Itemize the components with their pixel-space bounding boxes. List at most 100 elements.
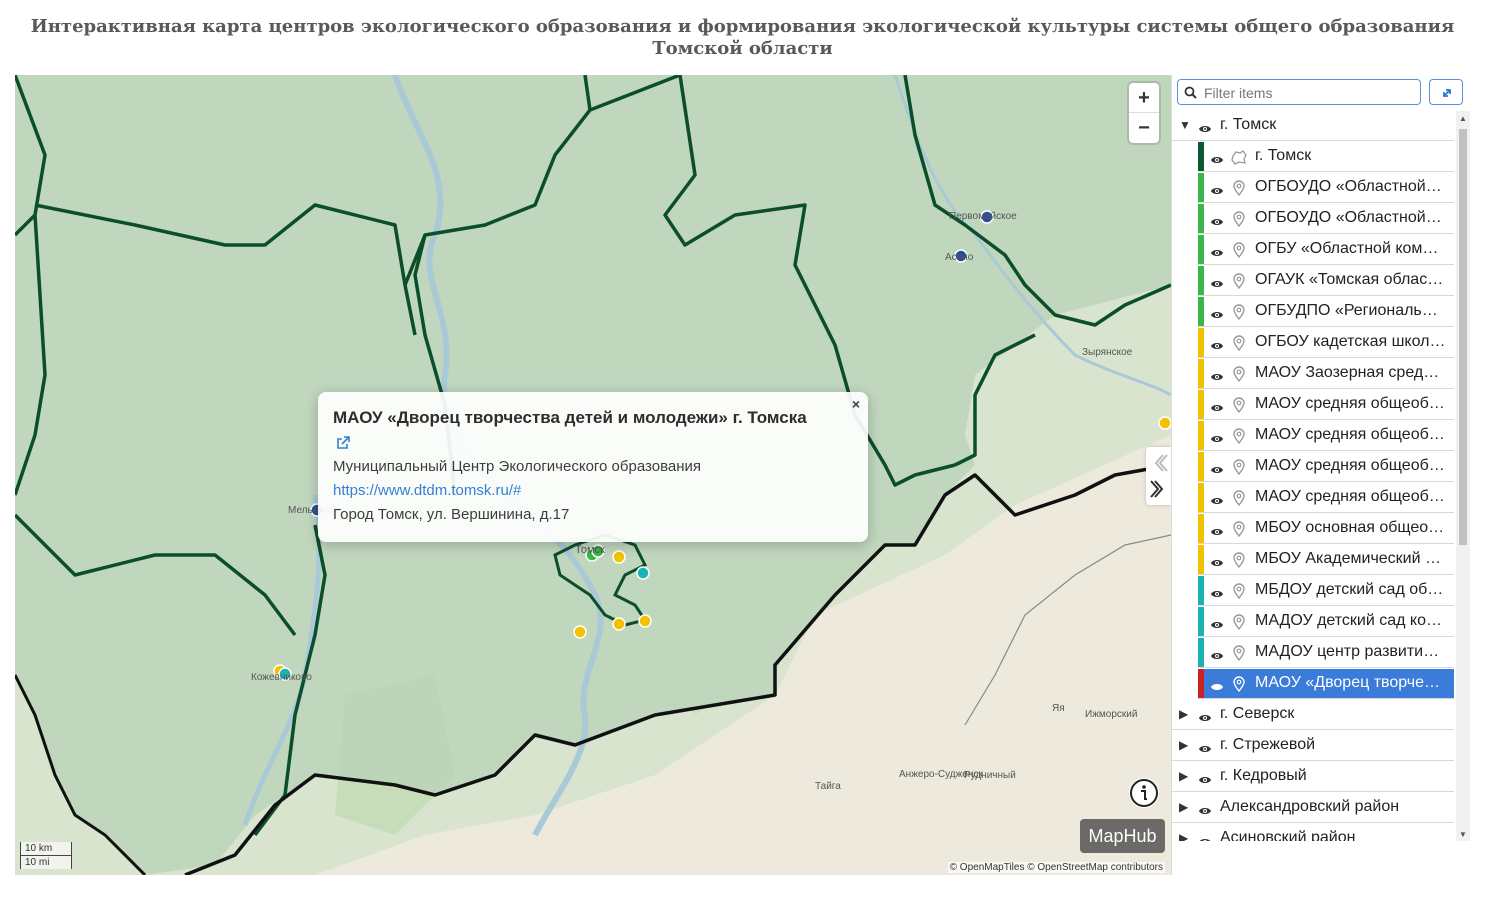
layer-group-row[interactable]: ▶ Александровский район <box>1172 793 1454 823</box>
caret-right-icon[interactable]: ▶ <box>1179 769 1188 783</box>
layer-item-label: г. Томск <box>1255 147 1312 164</box>
layer-item[interactable]: ОГАУК «Томская облас… <box>1198 266 1454 296</box>
layer-item[interactable]: ОГБУДПО «Региональ… <box>1198 297 1454 327</box>
layer-color-swatch <box>1198 359 1204 388</box>
layer-color-swatch <box>1198 669 1204 698</box>
attribution[interactable]: © OpenMapTiles © OpenStreetMap contribut… <box>947 862 1165 873</box>
caret-down-icon[interactable]: ▼ <box>1179 118 1191 132</box>
eye-icon[interactable] <box>1210 431 1224 449</box>
eye-icon[interactable] <box>1210 555 1224 573</box>
map-pin-icon <box>1232 211 1246 232</box>
sidebar-toggle[interactable] <box>1146 447 1171 505</box>
layer-item[interactable]: г. Томск <box>1198 142 1454 172</box>
caret-right-icon[interactable]: ▶ <box>1179 831 1188 841</box>
layer-item-selected[interactable]: МАОУ «Дворец творче… <box>1198 669 1454 699</box>
map-pin-icon <box>1232 521 1246 542</box>
layer-item[interactable]: ОГБОУДО «Областной… <box>1198 204 1454 234</box>
eye-icon[interactable] <box>1210 276 1224 294</box>
eye-icon[interactable] <box>1210 183 1224 201</box>
chevron-left-icon[interactable] <box>1154 454 1168 472</box>
layer-item[interactable]: ОГБУ «Областной ком… <box>1198 235 1454 265</box>
layer-item[interactable]: МАОУ средняя общеоб… <box>1198 452 1454 482</box>
layer-item[interactable]: ОГБОУ кадетская школ… <box>1198 328 1454 358</box>
layer-item[interactable]: МБОУ основная общео… <box>1198 514 1454 544</box>
layer-item[interactable]: МАОУ средняя общеоб… <box>1198 390 1454 420</box>
layer-color-swatch <box>1198 545 1204 574</box>
eye-icon[interactable] <box>1198 834 1212 841</box>
info-icon[interactable] <box>1129 778 1159 808</box>
layer-group-row[interactable]: ▶ Асиновский район <box>1172 824 1454 841</box>
expand-button[interactable] <box>1429 79 1463 105</box>
eye-icon[interactable] <box>1198 803 1212 821</box>
marker-tomsk-6[interactable] <box>612 617 626 631</box>
layer-group-row[interactable]: ▶ г. Стрежевой <box>1172 731 1454 761</box>
marker-tomsk-5[interactable] <box>573 625 587 639</box>
eye-icon[interactable] <box>1210 245 1224 263</box>
layer-item-label: ОГБОУДО «Областной… <box>1255 209 1442 226</box>
eye-icon[interactable] <box>1210 617 1224 635</box>
layer-color-swatch <box>1198 638 1204 667</box>
eye-icon[interactable] <box>1210 400 1224 418</box>
popup-url-link[interactable]: https://www.dtdm.tomsk.ru/# <box>333 482 521 499</box>
marker-tomsk-3[interactable] <box>612 550 626 564</box>
zoom-out-button[interactable]: − <box>1129 113 1159 143</box>
layer-item[interactable]: МАДОУ детский сад ко… <box>1198 607 1454 637</box>
place-label: Первомайское <box>949 211 1017 222</box>
scroll-down-icon[interactable]: ▼ <box>1459 830 1467 839</box>
layer-group-row[interactable]: ▼ г. Томск <box>1172 111 1454 141</box>
eye-icon[interactable] <box>1198 710 1212 728</box>
polygon-icon <box>1230 149 1248 170</box>
caret-right-icon[interactable]: ▶ <box>1179 800 1188 814</box>
map-view[interactable]: Первомайское Асино Зырянское Мельниково … <box>15 75 1171 875</box>
eye-icon[interactable] <box>1210 648 1224 666</box>
layer-color-swatch <box>1198 452 1204 481</box>
filter-input[interactable] <box>1202 82 1416 104</box>
layer-item[interactable]: МАОУ Заозерная сред… <box>1198 359 1454 389</box>
layer-item-label: МБОУ основная общео… <box>1255 519 1445 536</box>
caret-right-icon[interactable]: ▶ <box>1179 738 1188 752</box>
layer-item-label: МБОУ Академический … <box>1255 550 1441 567</box>
layer-item-label: ОГБУ «Областной ком… <box>1255 240 1439 257</box>
expand-icon <box>1443 89 1451 97</box>
eye-icon[interactable] <box>1198 772 1212 790</box>
eye-icon[interactable] <box>1210 462 1224 480</box>
close-icon[interactable]: × <box>852 396 860 412</box>
layer-item[interactable]: МАДОУ центр развити… <box>1198 638 1454 668</box>
layer-group-row[interactable]: ▶ г. Кедровый <box>1172 762 1454 792</box>
marker-east[interactable] <box>1158 416 1171 430</box>
layer-color-swatch <box>1198 607 1204 636</box>
eye-icon[interactable] <box>1210 214 1224 232</box>
map-pin-icon <box>1232 614 1246 635</box>
eye-icon[interactable] <box>1198 741 1212 759</box>
caret-right-icon[interactable]: ▶ <box>1179 707 1188 721</box>
eye-icon[interactable] <box>1210 369 1224 387</box>
scroll-up-icon[interactable]: ▲ <box>1459 114 1467 123</box>
map-pin-icon <box>1232 335 1246 356</box>
layer-item[interactable]: МАОУ средняя общеоб… <box>1198 483 1454 513</box>
layer-item[interactable]: МАОУ средняя общеоб… <box>1198 421 1454 451</box>
eye-icon[interactable] <box>1210 338 1224 356</box>
marker-tomsk-4[interactable] <box>636 566 650 580</box>
scrollbar[interactable]: ▲ ▼ <box>1456 111 1470 841</box>
layer-color-swatch <box>1198 235 1204 264</box>
layer-item-label: МАОУ Заозерная сред… <box>1255 364 1440 381</box>
zoom-in-button[interactable]: + <box>1129 83 1159 113</box>
maphub-logo[interactable]: MapHub <box>1080 819 1165 853</box>
eye-icon[interactable] <box>1210 493 1224 511</box>
layer-list[interactable]: ▼ г. Томск г. Томск ОГБОУДО «Областной… ОГБО… <box>1172 111 1454 841</box>
external-link-icon[interactable] <box>335 435 351 451</box>
eye-icon[interactable] <box>1210 679 1224 697</box>
chevron-right-icon[interactable] <box>1150 480 1164 498</box>
layer-item[interactable]: ОГБОУДО «Областной… <box>1198 173 1454 203</box>
eye-icon[interactable] <box>1210 524 1224 542</box>
layer-item[interactable]: МБОУ Академический … <box>1198 545 1454 575</box>
layer-item[interactable]: МБДОУ детский сад об… <box>1198 576 1454 606</box>
eye-icon[interactable] <box>1210 586 1224 604</box>
scrollbar-thumb[interactable] <box>1459 129 1467 545</box>
eye-icon[interactable] <box>1210 152 1224 170</box>
eye-icon[interactable] <box>1210 307 1224 325</box>
layer-group-row[interactable]: ▶ г. Северск <box>1172 700 1454 730</box>
eye-icon[interactable] <box>1198 121 1212 139</box>
map-pin-icon <box>1232 428 1246 449</box>
marker-tomsk-7[interactable] <box>638 614 652 628</box>
